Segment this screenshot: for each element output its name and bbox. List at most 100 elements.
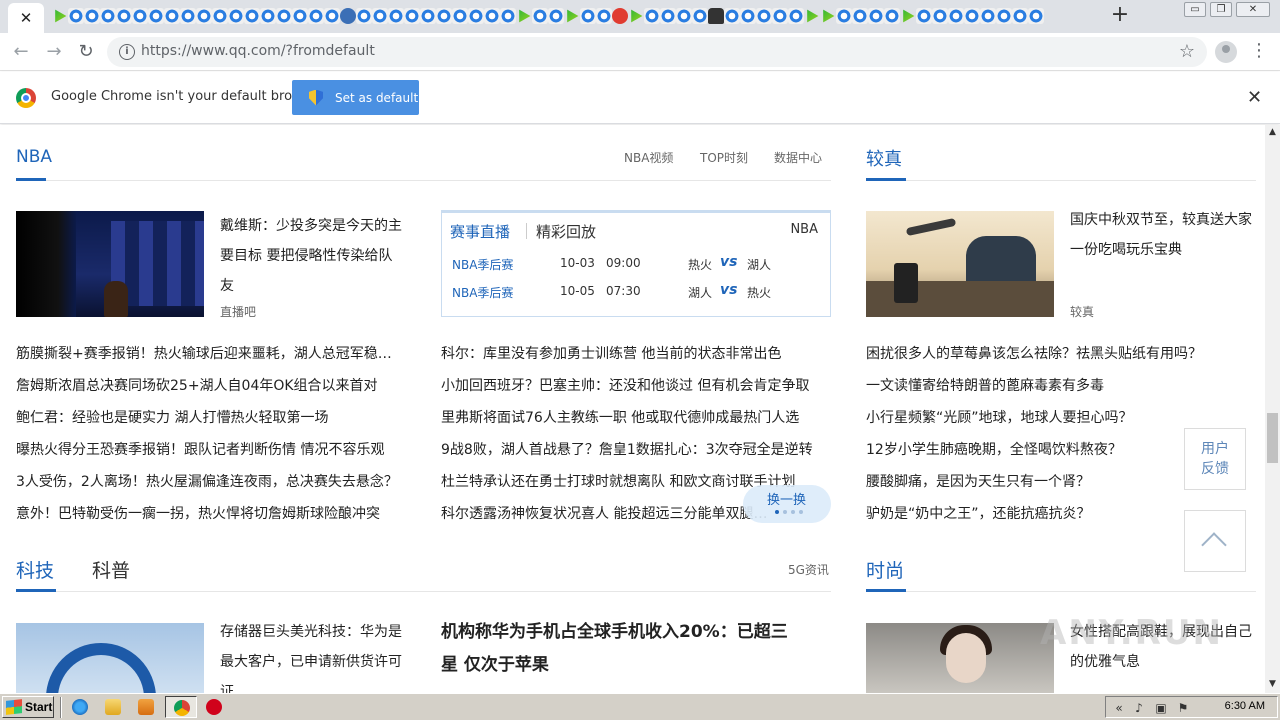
tab-favicon-icon[interactable]	[740, 8, 756, 24]
tab-favicon-icon[interactable]	[420, 8, 436, 24]
tab-live[interactable]: 赛事直播	[450, 221, 510, 242]
nba-news-item[interactable]: 小加回西班牙？巴塞主帅：还没和他谈过 但有机会肯定争取	[441, 375, 831, 395]
forward-button[interactable]: →	[43, 41, 65, 63]
tab-favicon-icon[interactable]	[148, 8, 164, 24]
tab-favicon-icon[interactable]	[164, 8, 180, 24]
tab-favicon-icon[interactable]	[612, 8, 628, 24]
internet-explorer-icon[interactable]	[72, 699, 88, 715]
science-tab[interactable]: 科普	[92, 556, 130, 583]
page-dot[interactable]	[775, 510, 779, 514]
volume-icon[interactable]: ♪	[1132, 701, 1146, 715]
tab-favicon-icon[interactable]	[964, 8, 980, 24]
tab-favicon-icon[interactable]	[660, 8, 676, 24]
nba-headline-line3[interactable]: 友	[220, 271, 234, 301]
tech-headline-line1[interactable]: 存储器巨头美光科技：华为是	[220, 617, 402, 647]
scroll-down-arrow-icon[interactable]: ▼	[1265, 679, 1280, 691]
nba-video-link[interactable]: NBA视频	[624, 149, 673, 166]
scroll-thumb[interactable]	[1267, 413, 1278, 463]
window-close-button[interactable]: ✕	[1236, 2, 1270, 17]
tab-favicon-icon[interactable]	[519, 9, 531, 23]
tab-favicon-icon[interactable]	[884, 8, 900, 24]
nba-news-item[interactable]: 科尔：库里没有参加勇士训练营 他当前的状态非常出色	[441, 343, 831, 363]
tab-favicon-icon[interactable]	[484, 8, 500, 24]
jiaozhen-news-item[interactable]: 12岁小学生肺癌晚期，全怪喝饮料熬夜？	[866, 439, 1176, 459]
url-text[interactable]: https://www.qq.com/?fromdefault	[141, 43, 375, 59]
tech-big-headline-line1[interactable]: 机构称华为手机占全球手机收入20%：已超三	[441, 615, 788, 649]
tab-favicon-icon[interactable]	[404, 8, 420, 24]
tab-nba[interactable]: NBA	[790, 222, 818, 237]
tab-favicon-icon[interactable]	[244, 8, 260, 24]
nba-headline-line1[interactable]: 戴维斯：少投多突是今天的主	[220, 211, 402, 241]
page-dot[interactable]	[783, 510, 787, 514]
start-button[interactable]: Start	[2, 696, 54, 718]
nba-headline-source[interactable]: 直播吧	[220, 303, 256, 320]
match-row[interactable]: NBA季后赛 10-05 07:30 湖人 vs 热火	[452, 282, 822, 302]
bookmark-star-icon[interactable]: ☆	[1179, 41, 1195, 62]
tab-favicon-icon[interactable]	[708, 8, 724, 24]
new-tab-button[interactable]: +	[1108, 4, 1132, 28]
tab-favicon-icon[interactable]	[932, 8, 948, 24]
nba-section-title[interactable]: NBA	[16, 147, 52, 167]
jiaozhen-headline-source[interactable]: 较真	[1070, 303, 1094, 320]
page-scrollbar[interactable]: ▲ ▼	[1265, 125, 1280, 693]
tab-favicon-icon[interactable]	[356, 8, 372, 24]
back-to-top-button[interactable]	[1184, 510, 1246, 572]
tab-favicon-icon[interactable]	[452, 8, 468, 24]
tab-favicon-icon[interactable]	[996, 8, 1012, 24]
jiaozhen-news-item[interactable]: 驴奶是“奶中之王”，还能抗癌抗炎？	[866, 503, 1176, 523]
tech-headline-line3[interactable]: 证	[220, 677, 234, 693]
tab-favicon-icon[interactable]	[772, 8, 788, 24]
chrome-menu-button[interactable]: ⋮	[1250, 41, 1268, 63]
restore-button[interactable]: ❐	[1210, 2, 1232, 17]
tab-favicon-icon[interactable]	[340, 8, 356, 24]
tab-favicon-icon[interactable]	[580, 8, 596, 24]
tab-favicon-icon[interactable]	[948, 8, 964, 24]
jiaozhen-headline-photo[interactable]	[866, 211, 1054, 317]
nba-news-item[interactable]: 里弗斯将面试76人主教练一职 他或取代德帅成最热门人选	[441, 407, 831, 427]
jiaozhen-headline-line2[interactable]: 一份吃喝玩乐宝典	[1070, 235, 1182, 265]
back-button[interactable]: ←	[10, 41, 32, 63]
nba-news-item[interactable]: 詹姆斯浓眉总决赛同场砍25+湖人自04年OK组合以来首对	[16, 375, 416, 395]
nba-news-item[interactable]: 曝热火得分王恐赛季报销！跟队记者判断伤情 情况不容乐观	[16, 439, 416, 459]
page-dot[interactable]	[799, 510, 803, 514]
tab-favicon-icon[interactable]	[676, 8, 692, 24]
taskbar-chrome-button[interactable]	[165, 696, 197, 718]
tech-headline-photo[interactable]	[16, 623, 204, 693]
tab-favicon-icon[interactable]	[324, 8, 340, 24]
tab-favicon-icon[interactable]	[100, 8, 116, 24]
5g-news-link[interactable]: 5G资讯	[788, 561, 829, 578]
tab-favicon-icon[interactable]	[308, 8, 324, 24]
tab-favicon-icon[interactable]	[500, 8, 516, 24]
tab-favicon-icon[interactable]	[260, 8, 276, 24]
tab-favicon-icon[interactable]	[807, 9, 819, 23]
tech-section-title[interactable]: 科技	[16, 556, 54, 583]
jiaozhen-news-item[interactable]: 困扰很多人的草莓鼻该怎么祛除？祛黑头贴纸有用吗？	[866, 343, 1246, 363]
tab-favicon-icon[interactable]	[132, 8, 148, 24]
tab-favicon-icon[interactable]	[916, 8, 932, 24]
reload-button[interactable]: ↻	[75, 41, 97, 63]
media-player-icon[interactable]	[138, 699, 154, 715]
flag-icon[interactable]: ⚑	[1176, 701, 1190, 715]
tab-favicon-icon[interactable]	[788, 8, 804, 24]
tab-favicon-icon[interactable]	[823, 9, 835, 23]
profile-avatar-icon[interactable]	[1215, 41, 1237, 63]
tab-favicon-icon[interactable]	[228, 8, 244, 24]
tab-favicon-icon[interactable]	[196, 8, 212, 24]
tab-favicon-icon[interactable]	[724, 8, 740, 24]
user-feedback-button[interactable]: 用户 反馈	[1184, 428, 1246, 490]
antivirus-icon[interactable]	[206, 699, 222, 715]
tab-favicon-icon[interactable]	[596, 8, 612, 24]
tab-favicon-icon[interactable]	[756, 8, 772, 24]
clock[interactable]: 6:30 AM	[1225, 700, 1265, 712]
tab-favicon-icon[interactable]	[388, 8, 404, 24]
tab-favicon-icon[interactable]	[468, 8, 484, 24]
nba-news-item[interactable]: 意外！巴特勒受伤一瘸一拐，热火悍将切詹姆斯球险酿冲突	[16, 503, 416, 523]
address-bar[interactable]: i https://www.qq.com/?fromdefault ☆	[107, 37, 1207, 67]
tab-favicon-icon[interactable]	[372, 8, 388, 24]
jiaozhen-news-item[interactable]: 一文读懂寄给特朗普的蓖麻毒素有多毒	[866, 375, 1176, 395]
tab-favicon-icon[interactable]	[55, 9, 67, 23]
nba-headline-line2[interactable]: 要目标 要把侵略性传染给队	[220, 241, 392, 271]
info-icon[interactable]: i	[119, 44, 135, 60]
set-as-default-button[interactable]: Set as default	[292, 80, 419, 115]
tab-favicon-icon[interactable]	[852, 8, 868, 24]
